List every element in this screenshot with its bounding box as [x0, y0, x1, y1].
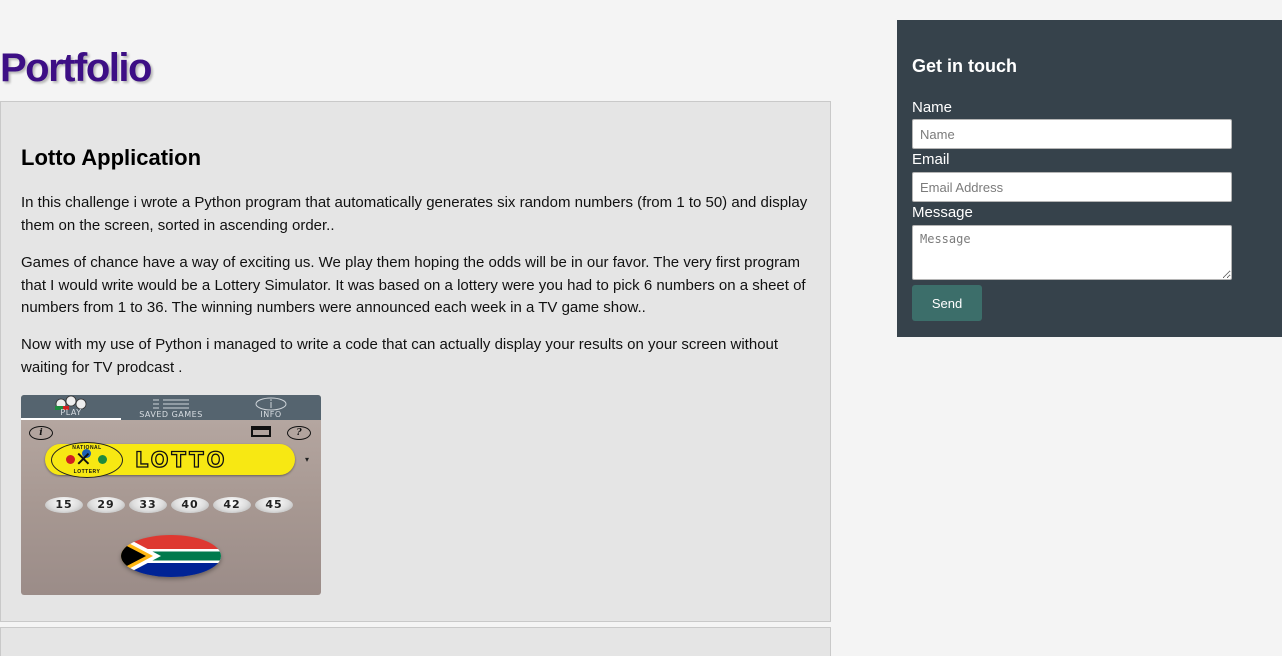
app-tab-info: INFO — [221, 395, 321, 420]
app-tab-saved-games: SAVED GAMES — [121, 395, 221, 420]
app-toolbar: i ? — [29, 426, 313, 440]
project-card: Lotto Application In this challenge i wr… — [0, 101, 831, 622]
project-description: Games of chance have a way of exciting u… — [21, 254, 806, 316]
project-description: Now with my use of Python i managed to w… — [21, 336, 779, 376]
help-icon: ? — [287, 426, 311, 440]
name-label: Name — [912, 99, 953, 116]
lotto-ball: 45 — [255, 497, 293, 513]
email-input[interactable] — [912, 172, 1232, 202]
national-lottery-badge: NATIONAL ✕ LOTTERY — [51, 442, 123, 478]
lotto-ball: 33 — [129, 497, 167, 513]
lotto-ball: 42 — [213, 497, 251, 513]
project-title: Lotto Application — [21, 145, 202, 170]
message-input[interactable] — [912, 225, 1232, 280]
app-tab-label: SAVED GAMES — [139, 410, 203, 419]
caret-down-icon: ▾ — [305, 455, 310, 464]
send-button[interactable]: Send — [912, 285, 982, 321]
flag-icon — [121, 535, 221, 577]
lotto-ball: 40 — [171, 497, 209, 513]
project-description: In this challenge i wrote a Python progr… — [21, 194, 808, 234]
x-mark-icon: ✕ — [75, 447, 92, 471]
info-icon: i — [29, 426, 53, 440]
app-tab-bar: PLAY SAVED GAMES INFO — [21, 395, 321, 420]
lotto-logo: NATIONAL ✕ LOTTERY LOTTO — [45, 442, 295, 478]
page: Portfolio Lotto Application In this chal… — [0, 0, 1282, 656]
project-screenshot: PLAY SAVED GAMES INFO i ? NATIONAL ✕ LOT… — [21, 395, 321, 595]
list-icon — [153, 399, 189, 409]
lotto-wordmark: LOTTO — [134, 447, 228, 472]
lotto-ball: 15 — [45, 497, 83, 513]
lotto-ball: 29 — [87, 497, 125, 513]
name-input[interactable] — [912, 119, 1232, 149]
badge-bottom-text: LOTTERY — [73, 469, 101, 475]
email-label: Email — [912, 151, 950, 168]
project-card — [0, 627, 831, 656]
save-icon — [251, 426, 271, 437]
message-label: Message — [912, 204, 973, 221]
app-tab-play: PLAY — [21, 395, 121, 420]
contact-title: Get in touch — [912, 56, 1017, 76]
app-tab-label: INFO — [260, 410, 282, 419]
info-icon — [255, 397, 287, 411]
page-title: Portfolio — [0, 46, 152, 90]
app-tab-label: PLAY — [60, 408, 82, 417]
contact-panel: Get in touch Name Email Message Send — [897, 20, 1282, 337]
lotto-balls: 15 29 33 40 42 45 — [45, 497, 305, 515]
